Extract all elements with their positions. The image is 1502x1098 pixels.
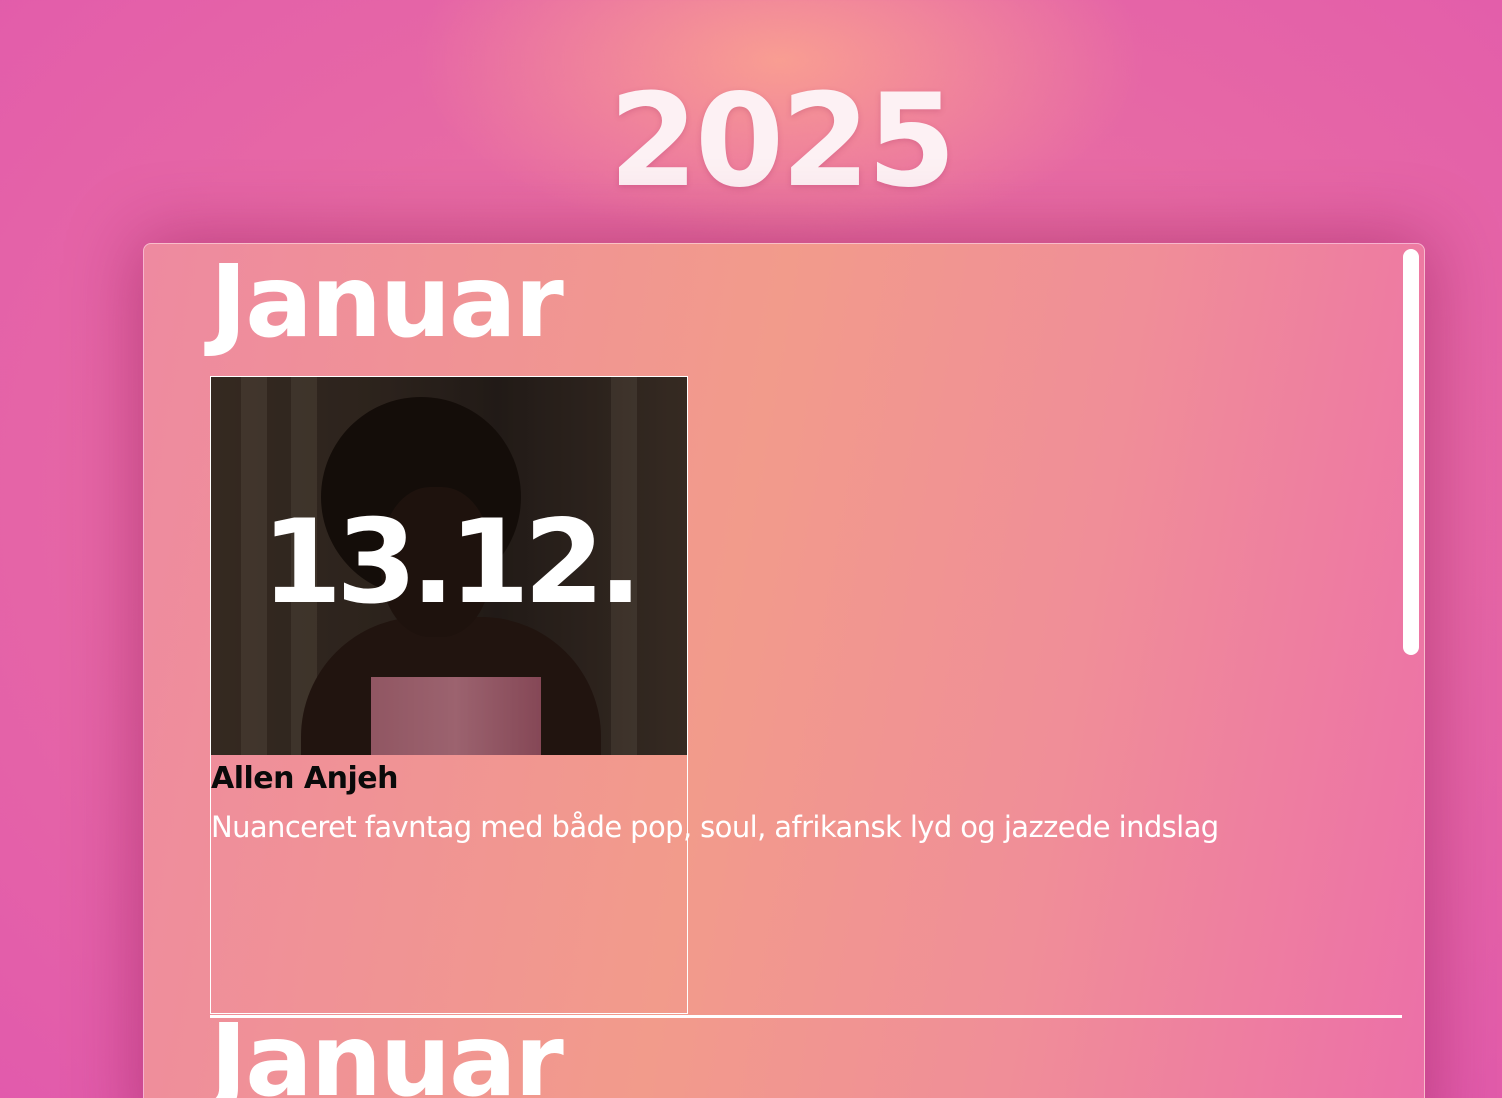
event-photo[interactable]: 13.12. (211, 377, 687, 755)
event-card[interactable]: 13.12. Allen Anjeh Nuanceret favntag med… (210, 376, 1219, 1014)
scrollbar-thumb[interactable] (1403, 249, 1419, 655)
year-heading: 2025 (608, 67, 956, 216)
month-heading: Januar (210, 243, 564, 360)
event-date: 13.12. (261, 495, 643, 630)
month-heading: Januar (210, 1002, 564, 1098)
event-description: Nuanceret favntag med både pop, soul, af… (211, 810, 1219, 844)
event-artist-name[interactable]: Allen Anjeh (211, 759, 399, 799)
events-panel[interactable]: Januar 13.12. Allen Anjeh Nuanceret favn… (143, 243, 1425, 1098)
